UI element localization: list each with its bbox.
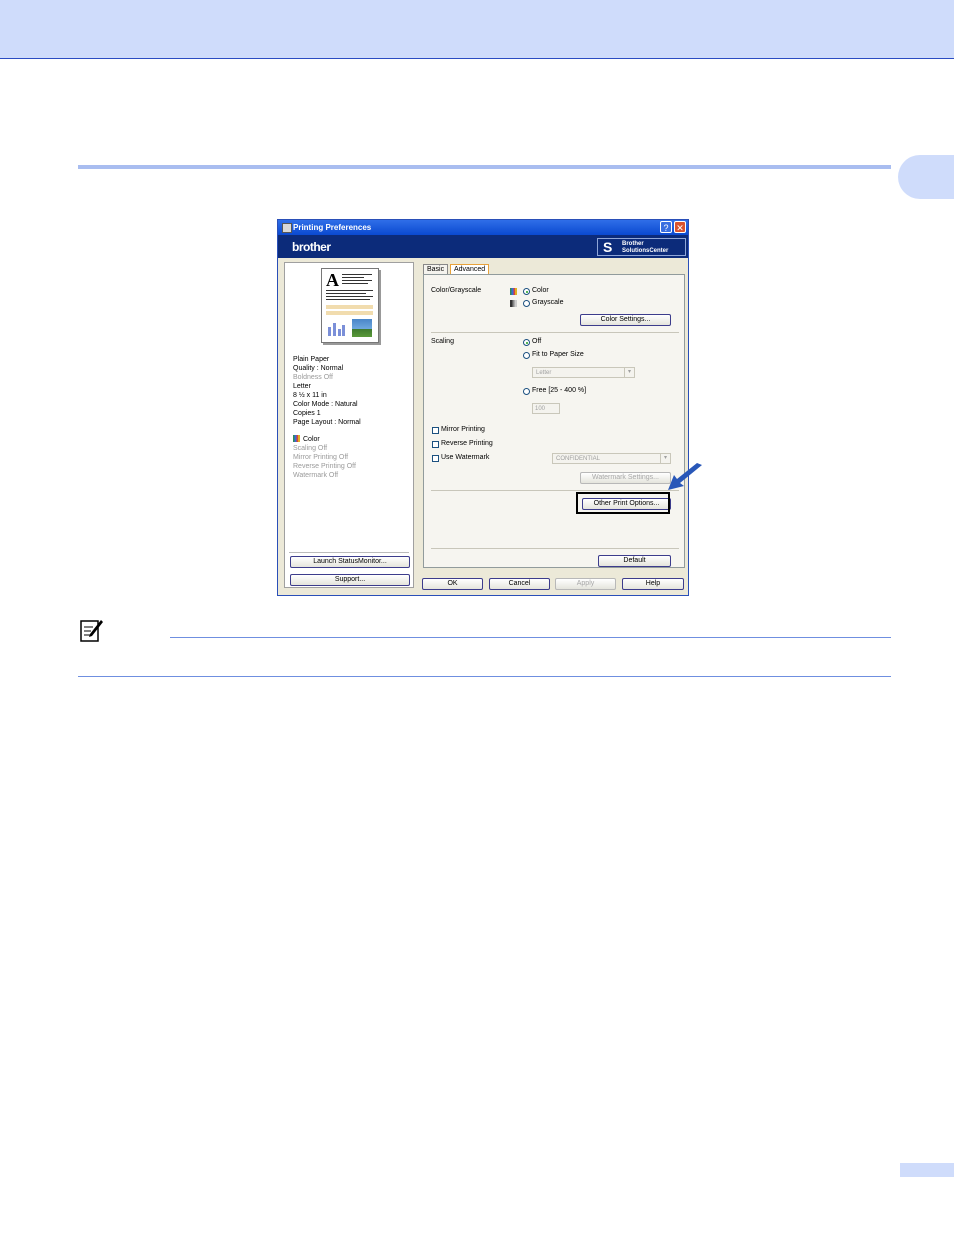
title-bar[interactable]: Printing Preferences ? ✕ xyxy=(278,220,688,235)
close-button[interactable]: ✕ xyxy=(674,221,686,233)
note-end-rule xyxy=(78,676,891,677)
color-grayscale-label: Color/Grayscale xyxy=(431,287,482,294)
solutions-center-button[interactable]: S Brother SolutionsCenter xyxy=(597,238,686,256)
mirror-printing-label[interactable]: Mirror Printing xyxy=(441,426,485,433)
grayscale-radio-label[interactable]: Grayscale xyxy=(532,299,564,306)
solutions-center-icon: S xyxy=(603,239,613,255)
free-scaling-value: 100 xyxy=(535,406,546,412)
brother-logo: brother xyxy=(292,240,331,254)
summary-color: Color xyxy=(303,436,320,443)
summary-line: Boldness Off xyxy=(293,374,333,381)
mirror-printing-checkbox[interactable] xyxy=(432,427,439,434)
dialog-title: Printing Preferences xyxy=(293,223,372,232)
preview-photo-icon xyxy=(352,319,372,337)
scaling-off-radio[interactable] xyxy=(523,339,530,346)
divider xyxy=(431,548,679,549)
summary-line: Letter xyxy=(293,383,311,390)
summary-status: Mirror Printing Off xyxy=(293,454,349,461)
summary-status: Reverse Printing Off xyxy=(293,463,356,470)
scaling-label: Scaling xyxy=(431,338,454,345)
free-scaling-stepper[interactable]: 100 xyxy=(532,403,560,414)
free-scaling-label[interactable]: Free [25 - 400 %] xyxy=(532,387,586,394)
fit-to-paper-label[interactable]: Fit to Paper Size xyxy=(532,351,584,358)
summary-line: Page Layout : Normal xyxy=(293,419,361,426)
color-mode-icon xyxy=(510,288,517,295)
solutions-center-line2: SolutionsCenter xyxy=(622,248,669,254)
ok-button[interactable]: OK xyxy=(422,578,483,590)
fit-to-paper-radio[interactable] xyxy=(523,352,530,359)
page-header-band xyxy=(0,0,954,59)
color-icon xyxy=(293,435,300,442)
page-preview: A xyxy=(321,268,379,343)
page-number-tab xyxy=(900,1163,954,1177)
divider xyxy=(289,552,409,553)
support-button[interactable]: Support... xyxy=(290,574,410,586)
default-button[interactable]: Default xyxy=(598,555,671,567)
apply-button[interactable]: Apply xyxy=(555,578,616,590)
summary-line: Color Mode : Natural xyxy=(293,401,358,408)
brand-bar: brother S Brother SolutionsCenter xyxy=(278,235,688,258)
watermark-settings-button[interactable]: Watermark Settings... xyxy=(580,472,671,484)
printing-preferences-dialog: Printing Preferences ? ✕ brother S Broth… xyxy=(277,219,689,596)
divider xyxy=(431,490,679,491)
chevron-down-icon: ▾ xyxy=(660,454,670,463)
summary-panel: A Plain Paper Quality : Normal Boldness … xyxy=(284,262,414,588)
summary-line: Copies 1 xyxy=(293,410,321,417)
watermark-value: CONFIDENTIAL xyxy=(556,456,601,462)
paper-size-combo[interactable]: Letter ▾ xyxy=(532,367,635,378)
reverse-printing-checkbox[interactable] xyxy=(432,441,439,448)
color-radio-label[interactable]: Color xyxy=(532,287,549,294)
help-button[interactable]: Help xyxy=(622,578,684,590)
callout-highlight xyxy=(576,492,670,514)
watermark-combo[interactable]: CONFIDENTIAL ▾ xyxy=(552,453,671,464)
advanced-tab-panel: Color/Grayscale Color Grayscale Color Se… xyxy=(423,274,685,568)
chevron-down-icon: ▾ xyxy=(624,368,634,377)
callout-arrow-icon xyxy=(668,463,702,490)
free-scaling-radio[interactable] xyxy=(523,388,530,395)
launch-status-monitor-button[interactable]: Launch StatusMonitor... xyxy=(290,556,410,568)
reverse-printing-label[interactable]: Reverse Printing xyxy=(441,440,493,447)
settings-summary: Plain Paper Quality : Normal Boldness Of… xyxy=(293,355,361,480)
summary-line: Plain Paper xyxy=(293,356,330,363)
preview-graph-icon xyxy=(328,323,345,336)
grayscale-radio[interactable] xyxy=(523,300,530,307)
divider xyxy=(431,332,679,333)
use-watermark-checkbox[interactable] xyxy=(432,455,439,462)
section-rule xyxy=(78,165,891,169)
help-title-button[interactable]: ? xyxy=(660,221,672,233)
grayscale-mode-icon xyxy=(510,300,517,307)
summary-line: Quality : Normal xyxy=(293,365,344,372)
note-rule xyxy=(170,637,891,638)
summary-line: 8 ½ x 11 in xyxy=(293,392,327,399)
scaling-off-label[interactable]: Off xyxy=(532,338,541,345)
color-settings-button[interactable]: Color Settings... xyxy=(580,314,671,326)
color-radio[interactable] xyxy=(523,288,530,295)
chapter-tab xyxy=(898,155,954,199)
summary-status: Watermark Off xyxy=(293,472,339,479)
use-watermark-label[interactable]: Use Watermark xyxy=(441,454,489,461)
cancel-button[interactable]: Cancel xyxy=(489,578,550,590)
printer-icon xyxy=(282,223,292,233)
note-pencil-icon xyxy=(80,620,103,642)
preview-letter-icon: A xyxy=(326,270,339,290)
paper-size-value: Letter xyxy=(536,370,552,376)
solutions-center-line1: Brother xyxy=(622,241,644,247)
summary-status: Scaling Off xyxy=(293,445,328,452)
